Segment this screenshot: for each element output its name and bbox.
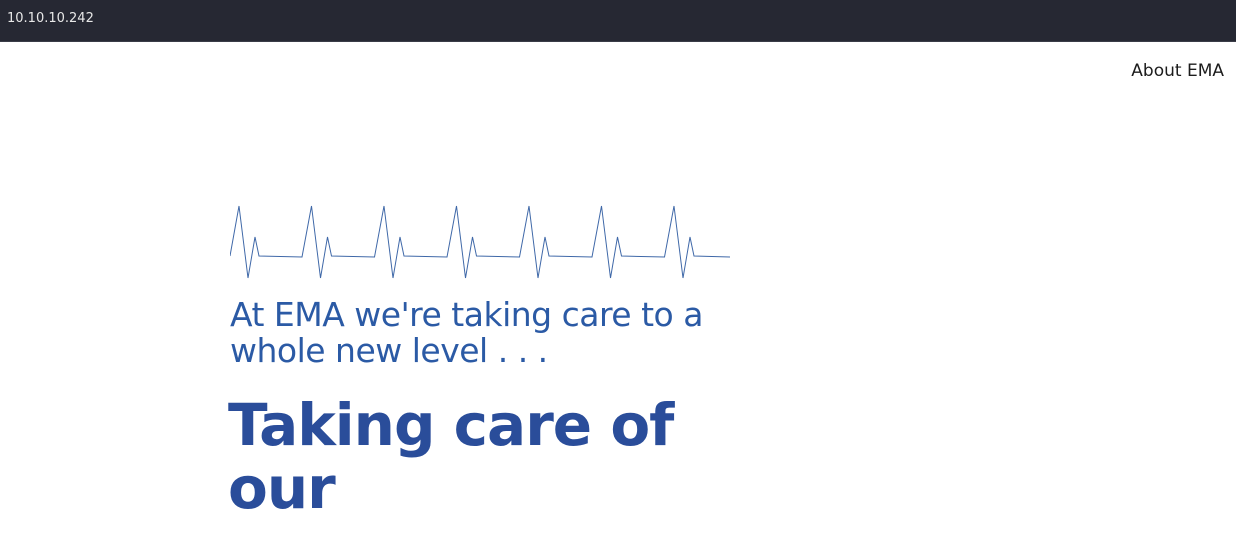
hero-tagline: At EMA we're taking care to a whole new … xyxy=(230,295,703,370)
heartbeat-line-icon xyxy=(230,205,730,279)
nav-about-link[interactable]: About EMA xyxy=(1131,61,1224,81)
window-title: 10.10.10.242 xyxy=(7,11,94,26)
hero-headline: Taking care of our xyxy=(228,391,674,522)
window-titlebar: 10.10.10.242 xyxy=(0,0,1236,42)
